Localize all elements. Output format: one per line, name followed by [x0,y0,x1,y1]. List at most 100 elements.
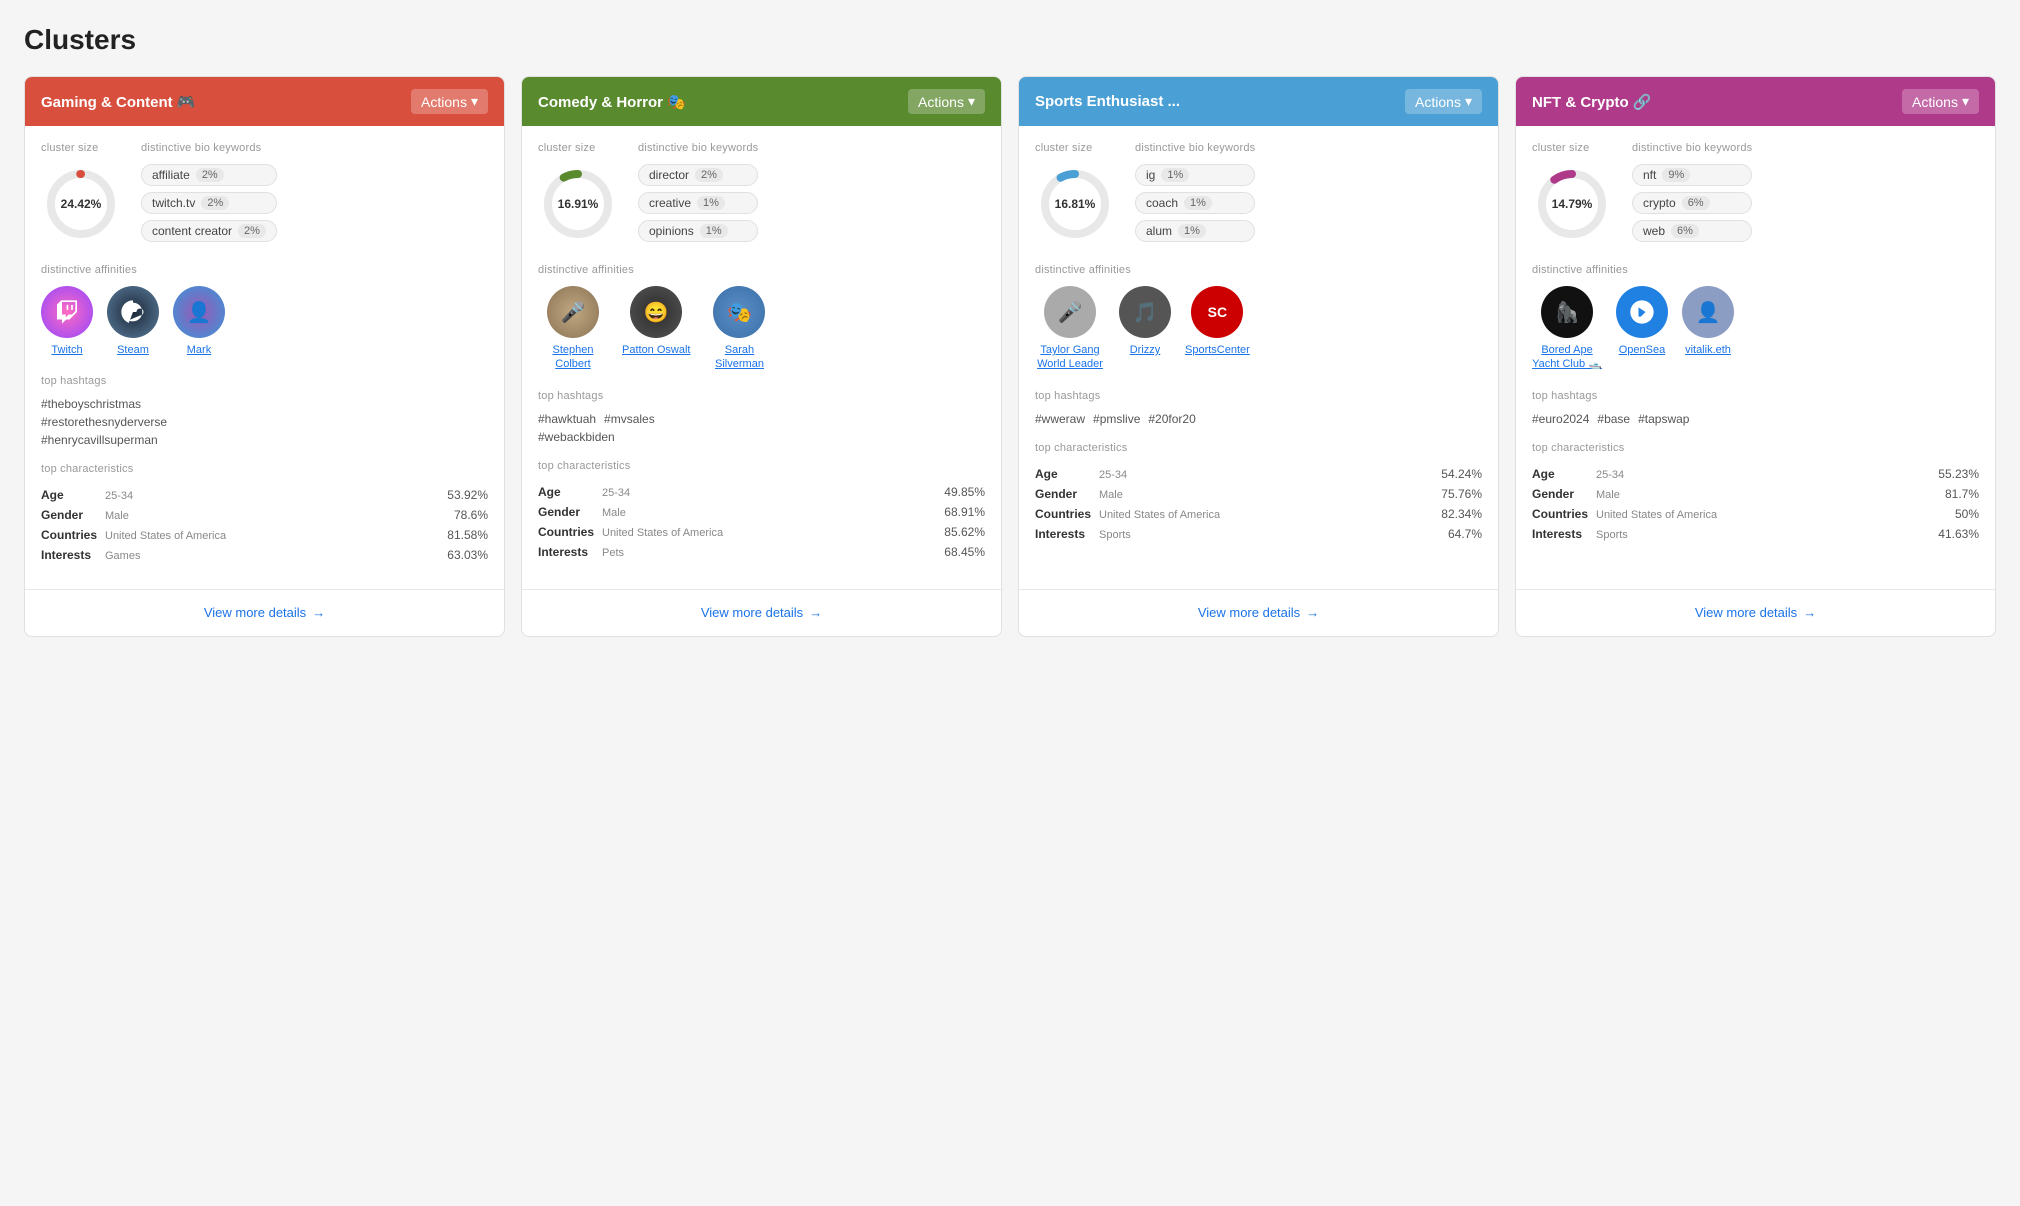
bio-keywords-label: Distinctive bio keywords [141,142,277,154]
hashtags-section-comedy: Top hashtags#hawktuah#mvsales#webackbide… [538,390,985,444]
char-pct: 78.6% [454,508,488,522]
affinity-name[interactable]: vitalik.eth [1685,343,1731,357]
char-value: 25-34 [105,490,443,502]
char-pct: 68.91% [944,505,985,519]
actions-button-comedy[interactable]: Actions ▾ [908,89,985,114]
donut-pct-gaming: 24.42% [61,197,102,211]
hashtag-item: #tapswap [1638,412,1689,426]
char-value: United States of America [602,527,940,539]
hashtag-item: #euro2024 [1532,412,1589,426]
affinity-item[interactable]: Twitch [41,286,93,357]
affinities-label: Distinctive affinities [1035,264,1482,276]
keyword-badge: crypto6% [1632,192,1752,214]
keyword-badge: alum1% [1135,220,1255,242]
bio-keywords-label: Distinctive bio keywords [1632,142,1752,154]
hashtags-section-gaming: Top hashtags#theboyschristmas#restorethe… [41,375,488,447]
affinity-name[interactable]: Twitch [51,343,82,357]
affinity-item[interactable]: SC SportsCenter [1185,286,1250,357]
char-pct: 81.7% [1945,487,1979,501]
characteristics-label: Top characteristics [41,463,488,475]
affinity-name[interactable]: Taylor Gang World Leader [1035,343,1105,372]
cluster-footer-sports: View more details → [1019,589,1498,636]
affinity-item[interactable]: 🦍 Bored Ape Yacht Club 🛥️ [1532,286,1602,372]
view-more-link-gaming[interactable]: View more details → [204,605,325,620]
cluster-size-label: Cluster size [1532,142,1612,154]
cluster-name-sports: Sports Enthusiast ... [1035,93,1180,110]
keyword-badge: coach1% [1135,192,1255,214]
affinity-avatar [41,286,93,338]
hashtag-item: #wweraw [1035,412,1085,426]
char-value: 25-34 [1099,469,1437,481]
affinity-name[interactable]: Drizzy [1130,343,1161,357]
affinity-avatar: SC [1191,286,1243,338]
keyword-badge: content creator2% [141,220,277,242]
actions-button-nft[interactable]: Actions ▾ [1902,89,1979,114]
affinity-name[interactable]: OpenSea [1619,343,1665,357]
keyword-badge: web6% [1632,220,1752,242]
affinity-name[interactable]: Mark [187,343,211,357]
view-more-link-comedy[interactable]: View more details → [701,605,822,620]
hashtag-item: #hawktuah [538,412,596,426]
characteristics-label: Top characteristics [1035,442,1482,454]
characteristic-row: Interests Sports 64.7% [1035,524,1482,544]
hashtags-label: Top hashtags [538,390,985,402]
affinity-name[interactable]: SportsCenter [1185,343,1250,357]
char-label: Interests [538,545,598,559]
char-label: Gender [1035,487,1095,501]
affinity-item[interactable]: 🎵 Drizzy [1119,286,1171,357]
hashtag-item: #henrycavillsuperman [41,433,488,447]
cluster-card-gaming: Gaming & Content 🎮 Actions ▾ Cluster siz… [24,76,505,637]
arrow-icon: → [809,605,822,620]
cluster-footer-gaming: View more details → [25,589,504,636]
char-label: Gender [1532,487,1592,501]
bio-keywords-label: Distinctive bio keywords [638,142,758,154]
affinity-avatar [1616,286,1668,338]
characteristic-row: Gender Male 68.91% [538,502,985,522]
char-value: Male [1099,489,1437,501]
affinity-item[interactable]: 🎤 Taylor Gang World Leader [1035,286,1105,372]
char-value: Pets [602,547,940,559]
affinity-item[interactable]: 😄 Patton Oswalt [622,286,690,357]
cluster-card-comedy: Comedy & Horror 🎭 Actions ▾ Cluster size… [521,76,1002,637]
char-pct: 41.63% [1938,527,1979,541]
affinity-name[interactable]: Steam [117,343,149,357]
affinity-avatar: 🎤 [1044,286,1096,338]
affinity-item[interactable]: 🎤 Stephen Colbert [538,286,608,372]
donut-chart-comedy: Cluster size 16.91% [538,142,618,244]
chevron-down-icon: ▾ [471,93,478,110]
char-label: Age [41,488,101,502]
actions-button-gaming[interactable]: Actions ▾ [411,89,488,114]
affinity-name[interactable]: Patton Oswalt [622,343,690,357]
affinity-item[interactable]: Steam [107,286,159,357]
affinity-item[interactable]: 🎭 Sarah Silverman [704,286,774,372]
affinity-avatar: 🎤 [547,286,599,338]
char-value: United States of America [1099,509,1437,521]
affinity-name[interactable]: Stephen Colbert [538,343,608,372]
affinity-avatar: 🦍 [1541,286,1593,338]
view-more-link-nft[interactable]: View more details → [1695,605,1816,620]
hashtags-label: Top hashtags [41,375,488,387]
arrow-icon: → [1803,605,1816,620]
hashtag-item: #theboyschristmas [41,397,488,411]
clusters-grid: Gaming & Content 🎮 Actions ▾ Cluster siz… [24,76,1996,637]
cluster-card-sports: Sports Enthusiast ... Actions ▾ Cluster … [1018,76,1499,637]
affinity-item[interactable]: OpenSea [1616,286,1668,357]
chevron-down-icon: ▾ [1962,93,1969,110]
cluster-size-row-nft: Cluster size 14.79% Distinctive bio keyw… [1532,142,1979,244]
char-label: Gender [41,508,101,522]
view-more-link-sports[interactable]: View more details → [1198,605,1319,620]
cluster-name-comedy: Comedy & Horror 🎭 [538,93,686,111]
cluster-name-nft: NFT & Crypto 🔗 [1532,93,1652,111]
char-label: Age [1532,467,1592,481]
keywords-section-gaming: Distinctive bio keywordsaffiliate2%twitc… [141,142,277,244]
affinity-item[interactable]: 👤 vitalik.eth [1682,286,1734,357]
actions-button-sports[interactable]: Actions ▾ [1405,89,1482,114]
char-value: 25-34 [1596,469,1934,481]
char-pct: 75.76% [1441,487,1482,501]
donut-pct-nft: 14.79% [1552,197,1593,211]
affinity-item[interactable]: 👤 Mark [173,286,225,357]
affinity-name[interactable]: Bored Ape Yacht Club 🛥️ [1532,343,1602,372]
donut-chart-nft: Cluster size 14.79% [1532,142,1612,244]
char-label: Age [1035,467,1095,481]
affinity-name[interactable]: Sarah Silverman [704,343,774,372]
